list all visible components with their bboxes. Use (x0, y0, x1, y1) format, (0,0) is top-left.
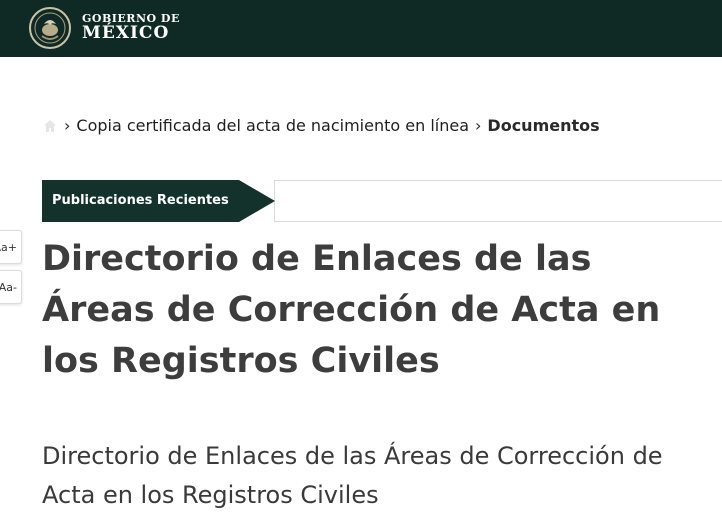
mexico-seal-icon (29, 7, 71, 49)
page-subtitle: Directorio de Enlaces de las Áreas de Co… (42, 442, 663, 509)
publicaciones-recientes-tab[interactable]: Publicaciones Recientes (42, 180, 275, 222)
increase-font-button[interactable]: Aa+ (0, 230, 22, 264)
publications-bar: Publicaciones Recientes (42, 180, 722, 222)
breadcrumb-separator: › (64, 116, 71, 135)
tab-arrow-shape (238, 180, 275, 222)
home-icon[interactable] (42, 118, 58, 134)
decrease-font-button[interactable]: Aa- (0, 270, 22, 304)
breadcrumb-separator: › (475, 116, 482, 135)
font-size-controls: Aa+ Aa- (0, 230, 22, 304)
publicaciones-recientes-label: Publicaciones Recientes (42, 180, 239, 222)
logo-text: GOBIERNO DE MÉXICO (82, 13, 180, 42)
breadcrumb-item-copia-certificada[interactable]: Copia certificada del acta de nacimiento… (76, 116, 469, 135)
top-bar: GOBIERNO DE MÉXICO (0, 0, 722, 57)
breadcrumb-item-documentos: Documentos (487, 116, 600, 135)
gobierno-logo[interactable]: GOBIERNO DE MÉXICO (28, 6, 180, 50)
publications-bar-line (274, 180, 722, 222)
breadcrumb: › Copia certificada del acta de nacimien… (42, 116, 600, 135)
logo-line-2: MÉXICO (82, 22, 170, 43)
page-title: Directorio de Enlaces de las Áreas de Co… (42, 239, 661, 381)
